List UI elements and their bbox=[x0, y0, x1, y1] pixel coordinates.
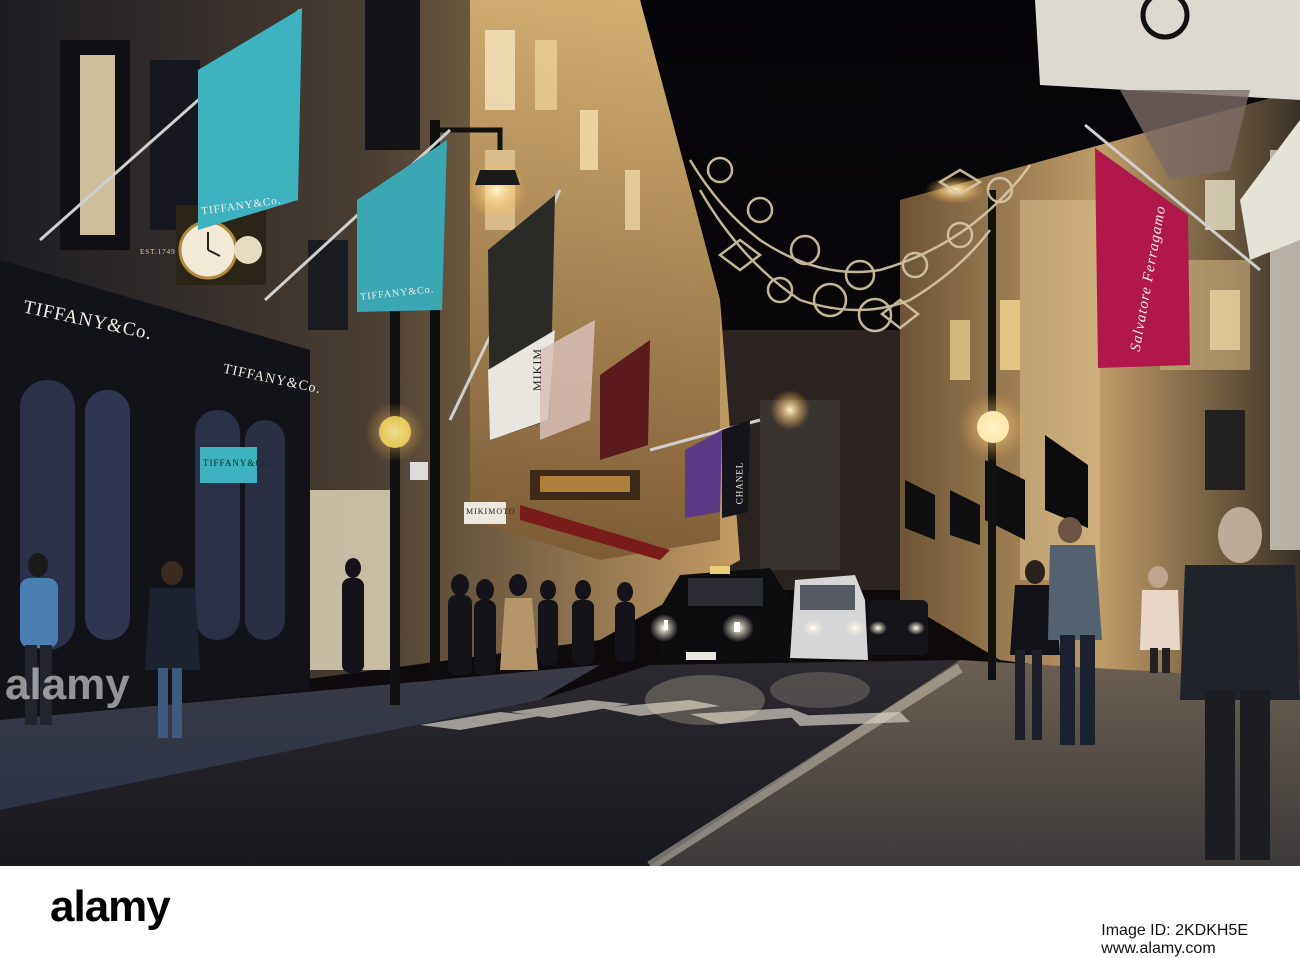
chanel-banner-text: CHANEL bbox=[734, 461, 745, 505]
mikimoto-banner-text: MIKIM bbox=[530, 348, 544, 391]
image-id-info: Image ID: 2KDKH5E www.alamy.com bbox=[1101, 922, 1248, 958]
watermark-alamy: alamy bbox=[5, 660, 130, 709]
street-photo: TIFFANY&Co. TIFFANY&Co. TIFFANY&Co. TIFF… bbox=[0, 0, 1300, 866]
clock-est-text: EST.1749 bbox=[140, 248, 176, 256]
mikimoto-sign-text: MIKIMOTO bbox=[466, 507, 516, 516]
site-url: www.alamy.com bbox=[1101, 940, 1216, 957]
street-scene bbox=[0, 0, 1300, 866]
image-id: Image ID: 2KDKH5E bbox=[1101, 922, 1248, 939]
white-flag-top bbox=[1035, 0, 1300, 100]
white-van bbox=[790, 575, 868, 660]
alamy-logo: alamy bbox=[50, 882, 171, 931]
dark-car bbox=[868, 600, 928, 655]
tiffany-small-sign-text: TIFFANY&Co. bbox=[203, 458, 272, 468]
